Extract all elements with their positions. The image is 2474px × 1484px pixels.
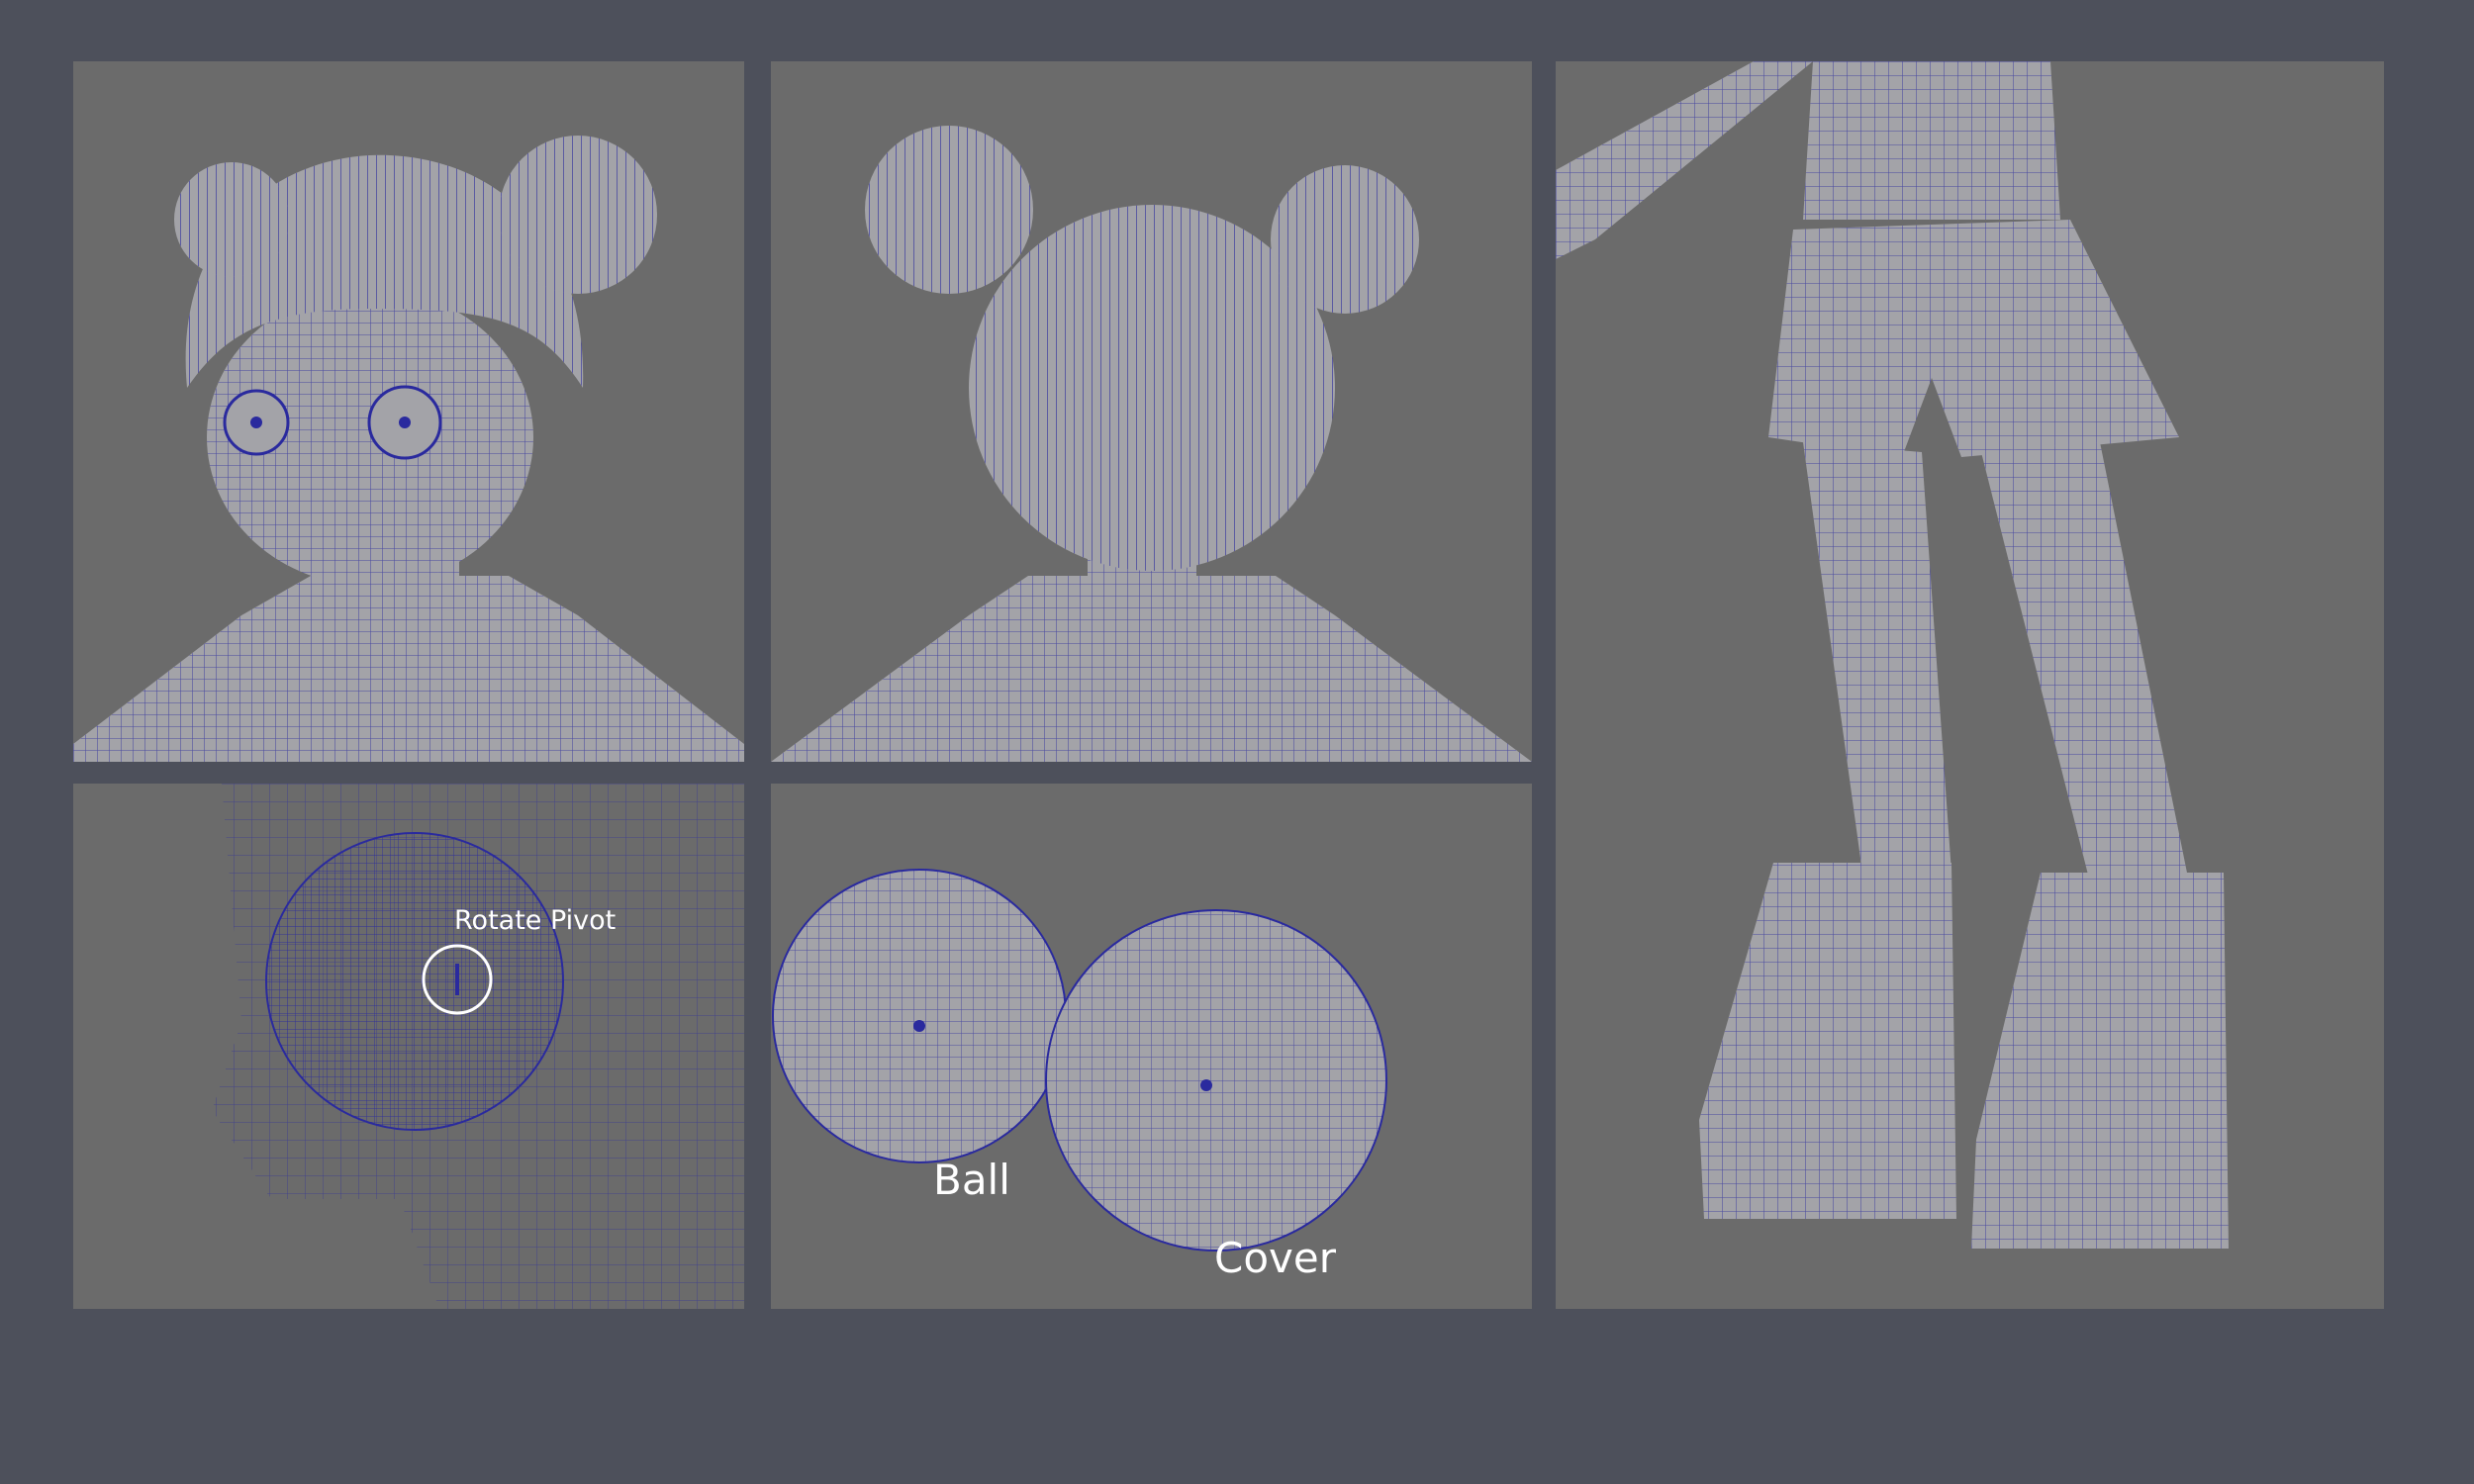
back-view-render bbox=[771, 126, 1532, 762]
legs-view-render bbox=[1556, 61, 2229, 1249]
eye-wireframe-panel: Rotate Pivot bbox=[73, 784, 744, 1309]
eye-parts-panel: Ball Cover bbox=[771, 784, 1532, 1309]
legs-view-panel bbox=[1556, 61, 2384, 1309]
cover-label: Cover bbox=[1214, 1234, 1336, 1282]
front-view-panel bbox=[73, 61, 744, 762]
back-view-panel bbox=[771, 61, 1532, 762]
ball-label: Ball bbox=[933, 1156, 1010, 1204]
front-view-render bbox=[73, 136, 744, 762]
eye-parts-render bbox=[772, 869, 1387, 1252]
eye-wireframe-render bbox=[212, 784, 744, 1309]
rotate-pivot-label: Rotate Pivot bbox=[454, 905, 617, 936]
